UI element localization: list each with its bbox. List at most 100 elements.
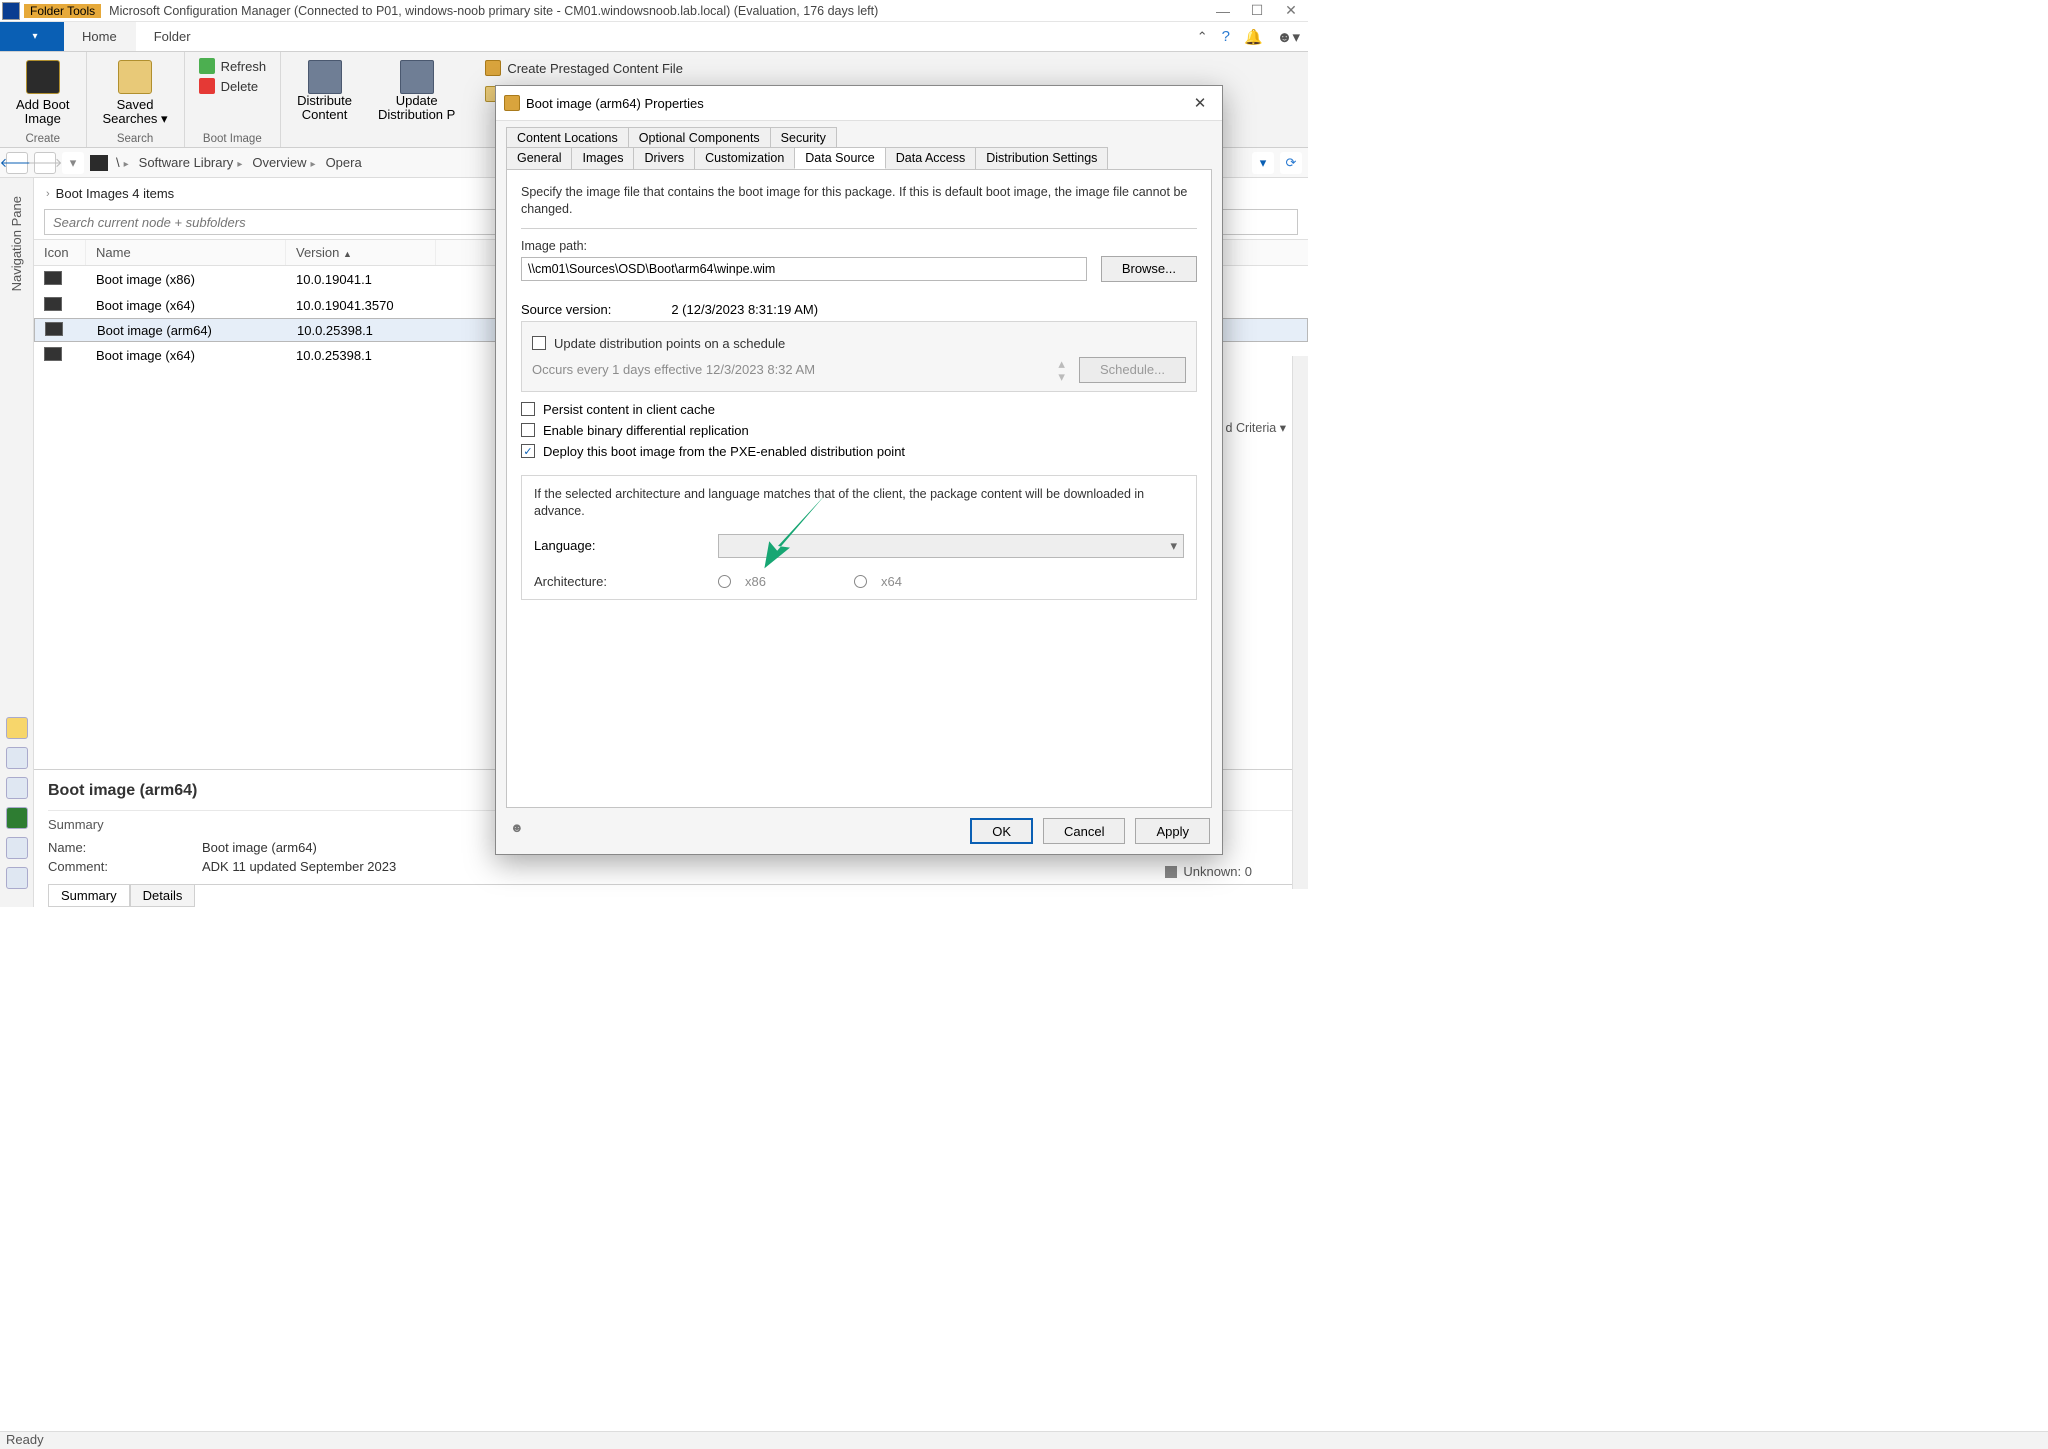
tab-distribution-settings[interactable]: Distribution Settings: [975, 147, 1108, 169]
ribbon-group-distribute: Distribute Content Update Distribution P: [281, 52, 471, 147]
row-version: 10.0.19041.3570: [286, 298, 436, 313]
boot-image-icon: [26, 60, 60, 94]
kv-comment-k: Comment:: [48, 859, 178, 874]
col-name[interactable]: Name: [86, 240, 286, 265]
maximize-button[interactable]: ☐: [1240, 0, 1274, 22]
tab-security[interactable]: Security: [770, 127, 837, 148]
node-icon: [90, 155, 108, 171]
source-version-value: 2 (12/3/2023 8:31:19 AM): [671, 302, 818, 317]
detail-tab-summary[interactable]: Summary: [48, 885, 130, 907]
delete-button[interactable]: Delete: [195, 76, 263, 96]
minimize-button[interactable]: —: [1206, 0, 1240, 22]
boot-image-row-icon: [44, 297, 62, 311]
row-name: Boot image (x86): [86, 272, 286, 287]
create-prestaged-button[interactable]: Create Prestaged Content File: [481, 58, 687, 78]
app-icon: [2, 2, 20, 20]
kv-comment-v: ADK 11 updated September 2023: [202, 859, 396, 874]
binary-diff-checkbox[interactable]: [521, 423, 535, 437]
rail-item-3[interactable]: [6, 777, 28, 799]
statusbar: Ready: [0, 1431, 2048, 1449]
update-dp-icon: [400, 60, 434, 94]
crumb-dropdown[interactable]: ▾: [1252, 152, 1274, 174]
row-name: Boot image (x64): [86, 298, 286, 313]
apply-button[interactable]: Apply: [1135, 818, 1210, 844]
persist-cache-checkbox[interactable]: [521, 402, 535, 416]
detail-tab-details[interactable]: Details: [130, 885, 196, 907]
distribute-content-button[interactable]: Distribute Content: [291, 56, 358, 123]
ribbon-group-label-create: Create: [25, 133, 60, 145]
vertical-scrollbar[interactable]: [1292, 356, 1308, 889]
nav-forward[interactable]: 🡒: [34, 152, 56, 174]
dialog-tabstrip: Content LocationsOptional ComponentsSecu…: [496, 121, 1222, 169]
properties-dialog: Boot image (arm64) Properties ✕ Content …: [495, 85, 1223, 855]
ok-button[interactable]: OK: [970, 818, 1033, 844]
close-button[interactable]: ✕: [1274, 0, 1308, 22]
kv-name-k: Name:: [48, 840, 178, 855]
crumb-opera[interactable]: Opera: [324, 155, 364, 170]
col-version[interactable]: Version ▲: [286, 240, 436, 265]
unknown-swatch-icon: [1165, 866, 1177, 878]
bell-icon[interactable]: 🔔: [1244, 28, 1263, 46]
image-path-label: Image path:: [521, 239, 1197, 253]
tab-images[interactable]: Images: [571, 147, 634, 169]
rail-item-4[interactable]: [6, 807, 28, 829]
tab-customization[interactable]: Customization: [694, 147, 795, 169]
tab-drivers[interactable]: Drivers: [633, 147, 695, 169]
row-name: Boot image (arm64): [87, 323, 287, 338]
col-icon[interactable]: Icon: [34, 240, 86, 265]
sort-asc-icon: ▲: [343, 249, 352, 259]
nav-up[interactable]: ▾: [62, 152, 84, 174]
kv-name-v: Boot image (arm64): [202, 840, 317, 855]
cancel-button[interactable]: Cancel: [1043, 818, 1125, 844]
ribbon-group-bootimage: Refresh Delete Boot Image: [185, 52, 282, 147]
dialog-close-button[interactable]: ✕: [1186, 92, 1214, 114]
persist-cache-label: Persist content in client cache: [543, 402, 715, 417]
language-select[interactable]: ▾: [718, 534, 1184, 558]
tab-optional-components[interactable]: Optional Components: [628, 127, 771, 148]
crumb-root[interactable]: \: [114, 155, 131, 170]
refresh-button[interactable]: Refresh: [195, 56, 271, 76]
browse-button[interactable]: Browse...: [1101, 256, 1197, 282]
crumb-software-library[interactable]: Software Library: [137, 155, 245, 170]
tab-general[interactable]: General: [506, 147, 572, 169]
schedule-button: Schedule...: [1079, 357, 1186, 383]
file-menu[interactable]: [0, 22, 64, 51]
chevron-up-icon[interactable]: ⌃: [1197, 29, 1208, 45]
tab-home[interactable]: Home: [64, 22, 136, 51]
nav-back[interactable]: 🡐: [6, 152, 28, 174]
rail-item-2[interactable]: [6, 747, 28, 769]
help-icon[interactable]: ?: [1222, 28, 1230, 45]
status-unknown: Unknown: 0: [1165, 864, 1252, 879]
boot-image-row-icon: [44, 347, 62, 361]
feedback-person-icon[interactable]: ☻: [510, 820, 532, 842]
rail-item-5[interactable]: [6, 837, 28, 859]
navigation-pane-label: Navigation Pane: [9, 186, 24, 301]
dialog-title: Boot image (arm64) Properties: [526, 96, 704, 111]
add-boot-image-button[interactable]: Add Boot Image: [10, 56, 76, 127]
update-schedule-label: Update distribution points on a schedule: [554, 336, 785, 351]
folder-search-icon: [118, 60, 152, 94]
rail-item-6[interactable]: [6, 867, 28, 889]
ribbon-group-create: Add Boot Image Create: [0, 52, 87, 147]
tab-data-access[interactable]: Data Access: [885, 147, 976, 169]
folder-tools-badge: Folder Tools: [24, 4, 101, 18]
update-dp-button[interactable]: Update Distribution P: [372, 56, 461, 123]
window-title: Microsoft Configuration Manager (Connect…: [101, 4, 886, 18]
tab-content-locations[interactable]: Content Locations: [506, 127, 629, 148]
ribbon-group-label-distribute: [375, 133, 378, 145]
saved-searches-button[interactable]: Saved Searches ▾: [97, 56, 174, 127]
detail-tabs: Summary Details: [48, 884, 1294, 907]
add-criteria-link[interactable]: d Criteria ▾: [1226, 420, 1286, 435]
image-path-input[interactable]: [521, 257, 1087, 281]
update-schedule-checkbox[interactable]: [532, 336, 546, 350]
pxe-checkbox[interactable]: ✓: [521, 444, 535, 458]
tab-data-source[interactable]: Data Source: [794, 147, 885, 169]
tab-folder[interactable]: Folder: [136, 22, 210, 51]
rail-item-1[interactable]: [6, 717, 28, 739]
crumb-overview[interactable]: Overview: [250, 155, 317, 170]
feedback-icon[interactable]: ☻▾: [1277, 28, 1300, 46]
pxe-label: Deploy this boot image from the PXE-enab…: [543, 444, 905, 459]
refresh-crumb[interactable]: ⟳: [1280, 152, 1302, 174]
chevron-right-icon[interactable]: ›: [46, 188, 50, 200]
language-note: If the selected architecture and languag…: [534, 486, 1184, 520]
